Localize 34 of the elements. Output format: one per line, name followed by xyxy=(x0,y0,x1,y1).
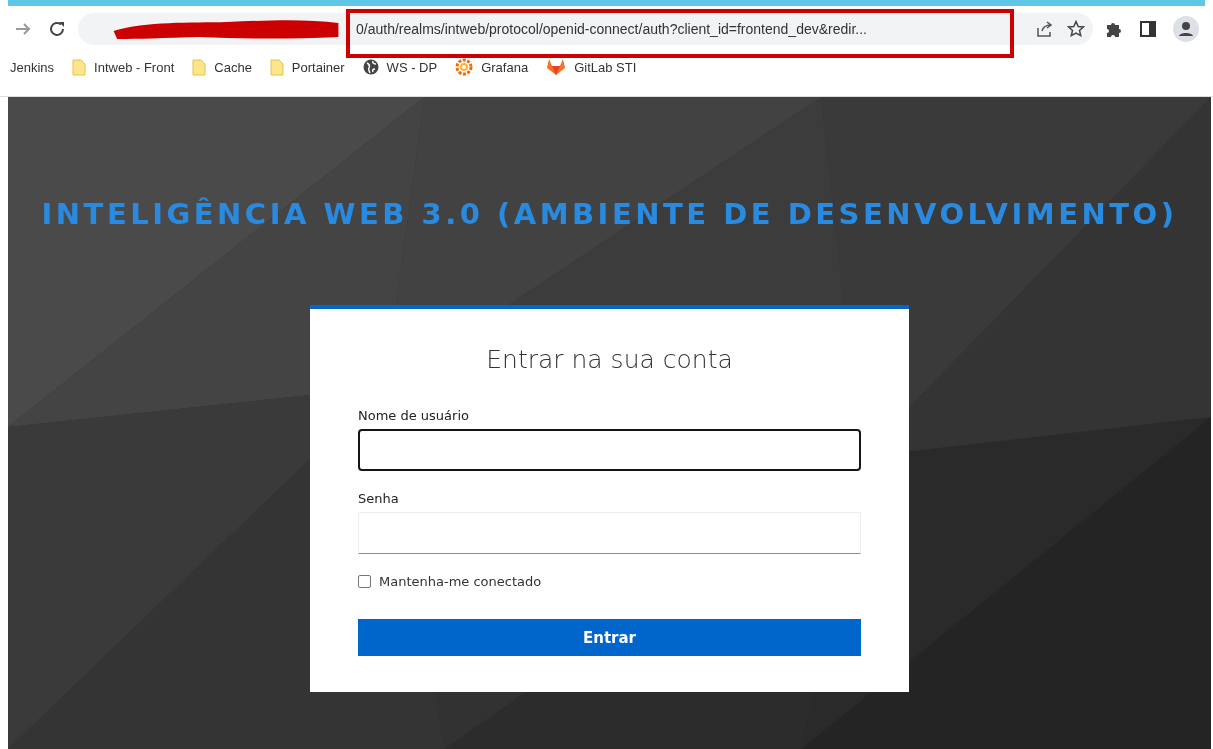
bookmark[interactable]: Cache xyxy=(186,56,258,78)
globe-icon xyxy=(362,59,379,75)
bookmark-label: GitLab STI xyxy=(574,59,637,75)
page-title: INTELIGÊNCIA WEB 3.0 (AMBIENTE DE DESENVOLVIMENTO) xyxy=(41,197,1178,231)
bookmark[interactable]: WS - DP xyxy=(356,57,444,77)
login-heading: Entrar na sua conta xyxy=(485,345,734,374)
folder-icon xyxy=(192,58,207,76)
star-icon[interactable] xyxy=(1067,20,1085,38)
folder-icon xyxy=(72,58,87,76)
reload-icon xyxy=(48,20,66,38)
bookmark-label: Intweb - Front xyxy=(94,59,175,75)
panel-icon xyxy=(1139,20,1157,38)
login-button[interactable]: Entrar xyxy=(358,619,861,656)
folder-icon xyxy=(269,58,284,76)
share-icon[interactable] xyxy=(1035,20,1053,38)
bookmark[interactable]: Intweb - Front xyxy=(66,56,181,78)
bookmark-label: WS - DP xyxy=(386,59,438,75)
field-label: Nome de usuário xyxy=(358,408,470,423)
puzzle-icon xyxy=(1105,20,1123,38)
bookmark[interactable]: Portainer xyxy=(263,56,351,78)
bookmark[interactable]: Grafana xyxy=(449,56,535,78)
avatar-icon xyxy=(1173,16,1199,42)
bookmark-label: Portainer xyxy=(291,59,345,75)
input-field[interactable] xyxy=(358,429,861,471)
cog-icon xyxy=(455,58,474,76)
bookmark[interactable]: GitLab STI xyxy=(540,56,643,78)
bookmark[interactable]: Jenkins xyxy=(4,57,61,77)
url-text: 0/auth/realms/intweb/protocol/openid-connect/auth?client_id=frontend_dev&redir... xyxy=(356,21,867,37)
fox-icon xyxy=(546,58,567,76)
checkbox-label[interactable]: Mantenha-me conectado xyxy=(379,574,542,589)
bookmark-label: Grafana xyxy=(481,59,529,75)
checkbox[interactable] xyxy=(358,575,371,588)
bookmark-label: Cache xyxy=(214,59,252,75)
field-label: Senha xyxy=(358,491,400,506)
